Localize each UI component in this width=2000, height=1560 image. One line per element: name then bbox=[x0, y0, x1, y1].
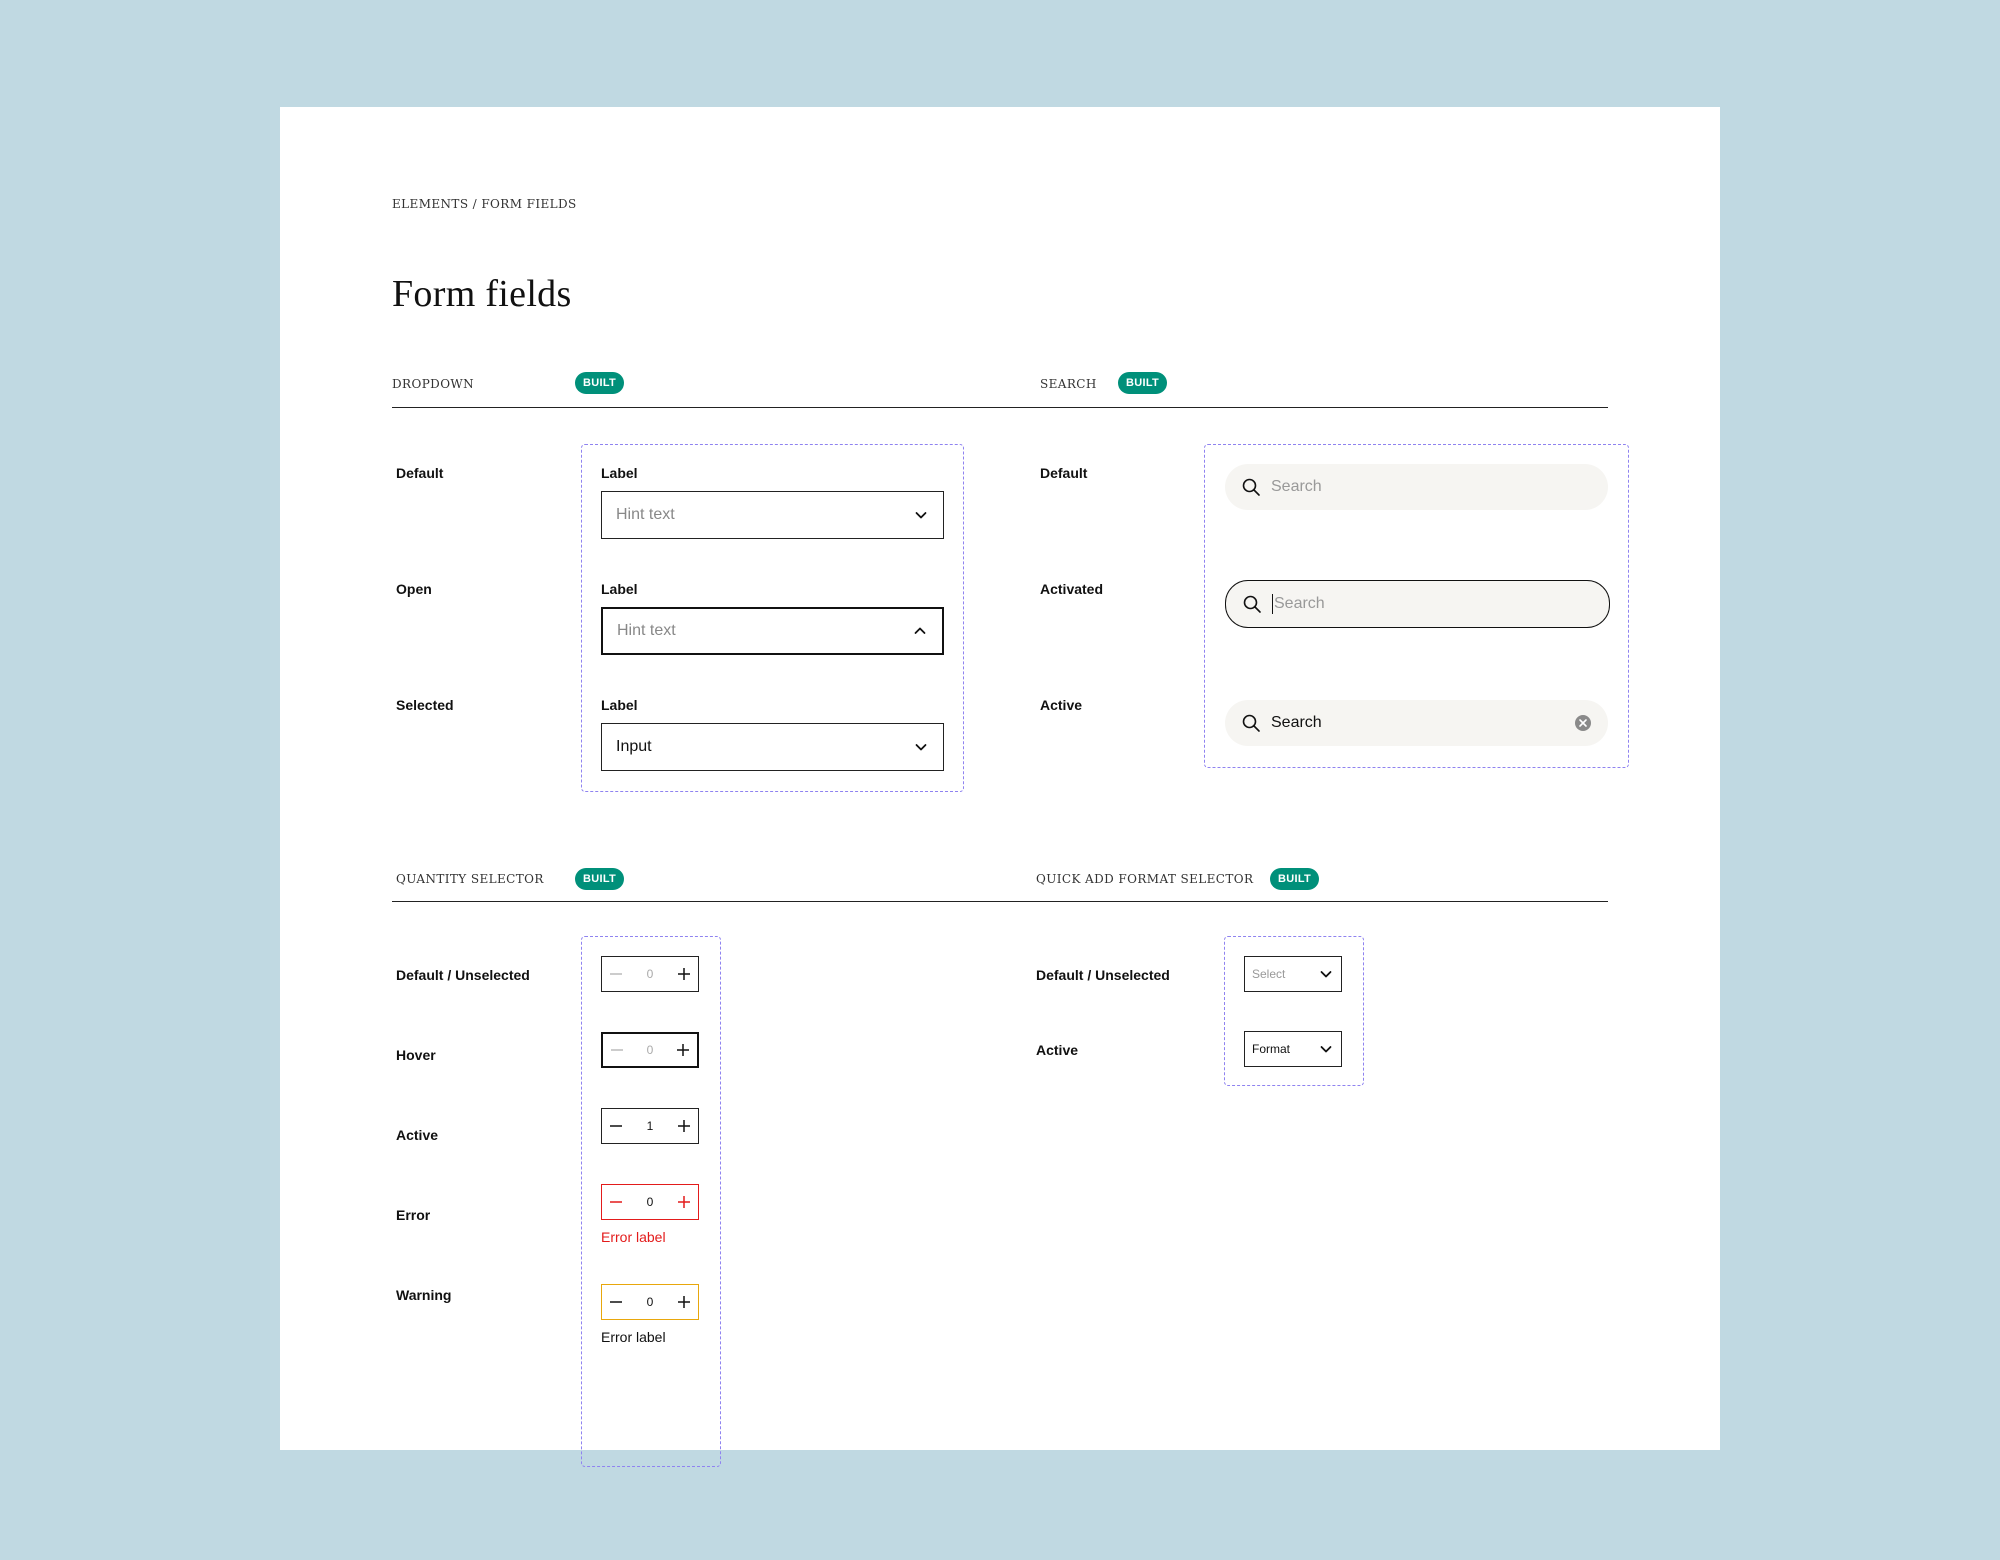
quantity-variants-frame: 0 0 1 0 Error label 0 Error label bbox=[581, 936, 721, 1467]
format-select-active[interactable]: Format bbox=[1244, 1031, 1342, 1067]
dropdown-state-default: Default bbox=[396, 465, 444, 481]
dropdown-open[interactable]: Hint text bbox=[601, 607, 944, 655]
search-state-activated: Activated bbox=[1040, 581, 1104, 597]
search-icon bbox=[1242, 714, 1260, 732]
page-title: Form fields bbox=[392, 273, 572, 315]
format-value: Format bbox=[1252, 1042, 1291, 1056]
search-placeholder: Search bbox=[1274, 595, 1325, 613]
error-message: Error label bbox=[601, 1229, 666, 1245]
plus-icon[interactable] bbox=[676, 966, 692, 982]
quantity-state-default: Default / Unselected bbox=[396, 967, 530, 983]
plus-icon[interactable] bbox=[676, 1294, 692, 1310]
minus-icon[interactable] bbox=[608, 966, 624, 982]
quantity-state-hover: Hover bbox=[396, 1047, 436, 1063]
search-active[interactable]: Search bbox=[1225, 700, 1608, 746]
search-icon bbox=[1243, 595, 1261, 613]
dropdown-built-badge: BUILT bbox=[575, 372, 625, 394]
plus-icon[interactable] bbox=[676, 1118, 692, 1134]
minus-icon[interactable] bbox=[608, 1194, 624, 1210]
chevron-down-icon bbox=[915, 744, 927, 751]
quantity-value[interactable]: 0 bbox=[647, 1295, 654, 1309]
format-state-default: Default / Unselected bbox=[1036, 967, 1170, 983]
minus-icon[interactable] bbox=[608, 1294, 624, 1310]
dropdown-field-label: Label bbox=[601, 465, 638, 481]
search-placeholder: Search bbox=[1271, 478, 1322, 495]
quantity-stepper-default: 0 bbox=[601, 956, 699, 992]
format-section-title: QUICK ADD FORMAT SELECTOR bbox=[1036, 872, 1254, 886]
format-built-badge: BUILT bbox=[1270, 868, 1320, 890]
search-state-active: Active bbox=[1040, 697, 1083, 713]
search-variants-frame: Search Search Search bbox=[1204, 444, 1629, 768]
quantity-value[interactable]: 1 bbox=[647, 1119, 654, 1133]
dropdown-default[interactable]: Hint text bbox=[601, 491, 944, 539]
text-caret bbox=[1272, 594, 1273, 614]
dropdown-state-open: Open bbox=[396, 581, 432, 597]
form-fields-card: ELEMENTS / FORM FIELDS Form fields DROPD… bbox=[280, 107, 1720, 1467]
search-section-title: SEARCH bbox=[1040, 377, 1097, 391]
plus-icon[interactable] bbox=[676, 1194, 692, 1210]
clear-icon[interactable] bbox=[1574, 714, 1592, 732]
quantity-value[interactable]: 0 bbox=[647, 967, 654, 981]
dropdown-hint-text: Hint text bbox=[617, 622, 676, 639]
format-variants-frame: Select Format bbox=[1224, 936, 1364, 1086]
quantity-built-badge: BUILT bbox=[575, 868, 625, 890]
warning-message: Error label bbox=[601, 1329, 666, 1345]
dropdown-hint-text: Hint text bbox=[616, 506, 675, 523]
chevron-down-icon bbox=[1320, 971, 1332, 978]
search-input-text: Search bbox=[1271, 714, 1322, 731]
dropdown-field-label: Label bbox=[601, 697, 638, 713]
quantity-stepper-warning: 0 bbox=[601, 1284, 699, 1320]
quantity-stepper-hover: 0 bbox=[601, 1032, 699, 1068]
quantity-state-active: Active bbox=[396, 1127, 439, 1143]
dropdown-input-text: Input bbox=[616, 738, 652, 755]
quantity-section-title: QUANTITY SELECTOR bbox=[396, 872, 544, 886]
dropdown-selected[interactable]: Input bbox=[601, 723, 944, 771]
chevron-up-icon bbox=[914, 627, 926, 634]
chevron-down-icon bbox=[1320, 1046, 1332, 1053]
dropdown-field-label: Label bbox=[601, 581, 638, 597]
quantity-state-error: Error bbox=[396, 1207, 431, 1223]
dropdown-variants-frame: Label Hint text Label Hint text Label In… bbox=[581, 444, 964, 792]
section-divider-top bbox=[392, 407, 1608, 408]
minus-icon[interactable] bbox=[608, 1118, 624, 1134]
breadcrumb: ELEMENTS / FORM FIELDS bbox=[392, 197, 577, 211]
quantity-state-warning: Warning bbox=[396, 1287, 452, 1303]
format-state-active: Active bbox=[1036, 1042, 1079, 1058]
search-icon bbox=[1242, 478, 1260, 496]
format-placeholder: Select bbox=[1252, 967, 1286, 981]
quantity-value[interactable]: 0 bbox=[647, 1043, 654, 1057]
search-built-badge: BUILT bbox=[1118, 372, 1168, 394]
format-select-default[interactable]: Select bbox=[1244, 956, 1342, 992]
quantity-value[interactable]: 0 bbox=[647, 1195, 654, 1209]
quantity-stepper-error: 0 bbox=[601, 1184, 699, 1220]
minus-icon[interactable] bbox=[609, 1042, 625, 1058]
dropdown-state-selected: Selected bbox=[396, 697, 454, 713]
search-default[interactable]: Search bbox=[1225, 464, 1608, 510]
chevron-down-icon bbox=[915, 512, 927, 519]
plus-icon[interactable] bbox=[675, 1042, 691, 1058]
quantity-stepper-active: 1 bbox=[601, 1108, 699, 1144]
search-activated[interactable]: Search bbox=[1225, 580, 1610, 628]
search-state-default: Default bbox=[1040, 465, 1088, 481]
section-divider-bottom bbox=[392, 901, 1608, 902]
dropdown-section-title: DROPDOWN bbox=[392, 377, 475, 391]
